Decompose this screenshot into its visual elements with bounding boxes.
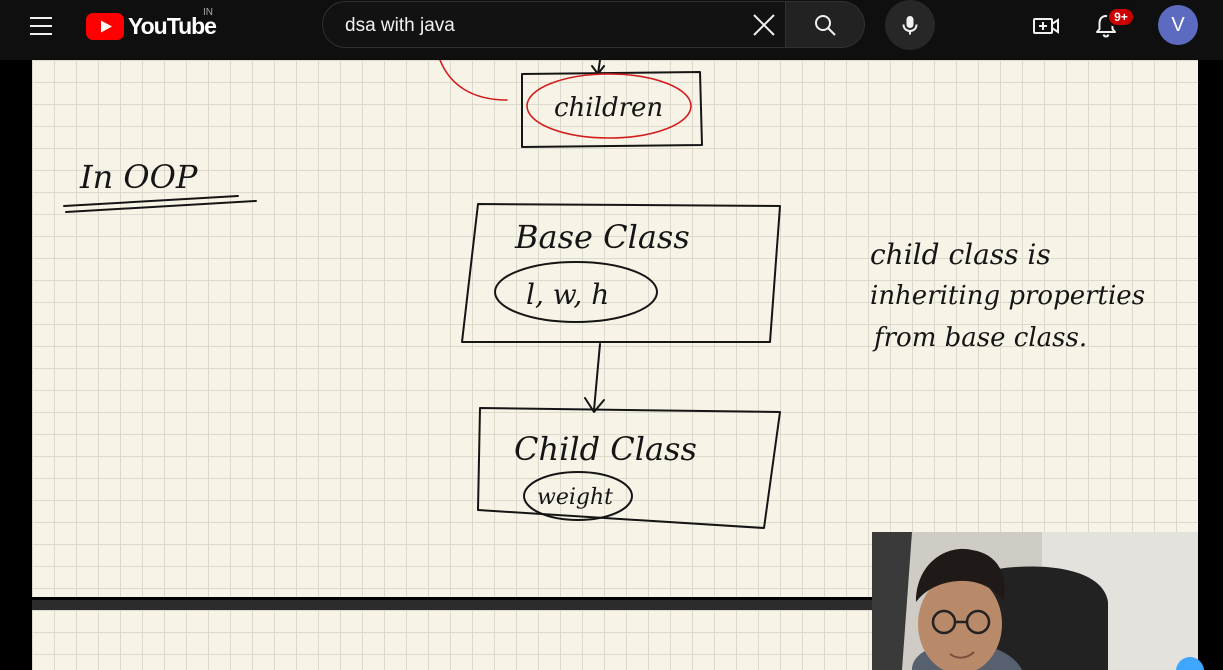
guide-menu-button[interactable] bbox=[20, 10, 62, 42]
account-avatar[interactable]: V bbox=[1158, 5, 1198, 45]
country-code: IN bbox=[203, 7, 213, 18]
handwritten-diagram: children In OOP Base Class l, w, h Child… bbox=[63, 60, 1145, 529]
whiteboard-notes: children In OOP Base Class l, w, h Child… bbox=[32, 60, 1198, 597]
side-note-line3: from base class. bbox=[872, 323, 1087, 353]
presenter-image bbox=[872, 532, 1198, 670]
base-class-title: Base Class bbox=[514, 218, 690, 256]
arrow-into-children bbox=[591, 60, 605, 75]
search-input[interactable] bbox=[343, 13, 727, 39]
search-button[interactable] bbox=[785, 1, 865, 48]
children-label: children bbox=[554, 93, 663, 123]
video-player[interactable]: children In OOP Base Class l, w, h Child… bbox=[0, 60, 1223, 670]
masthead: YouTube IN dsa with java 9+ V bbox=[0, 0, 1223, 60]
webcam-overlay bbox=[872, 532, 1198, 670]
base-class-props: l, w, h bbox=[526, 278, 609, 311]
search-box bbox=[322, 1, 785, 48]
side-note-line2: inheriting properties bbox=[870, 281, 1145, 311]
menu-icon-bar bbox=[30, 25, 52, 27]
voice-search-button[interactable] bbox=[885, 0, 935, 50]
heading-underline bbox=[63, 195, 257, 213]
oop-heading: In OOP bbox=[79, 158, 198, 196]
youtube-home-link[interactable]: YouTube IN bbox=[86, 7, 217, 42]
create-button[interactable] bbox=[1026, 8, 1066, 44]
child-class-props: weight bbox=[537, 485, 613, 510]
notification-count-badge: 9+ bbox=[1107, 7, 1135, 27]
create-video-icon bbox=[1033, 18, 1059, 34]
search-icon bbox=[815, 14, 836, 36]
youtube-logo-icon bbox=[86, 12, 124, 40]
red-annotation-stroke bbox=[439, 60, 508, 101]
menu-icon-bar bbox=[30, 33, 52, 35]
child-class-title: Child Class bbox=[514, 430, 697, 468]
microphone-icon bbox=[902, 16, 918, 35]
clear-icon bbox=[753, 14, 775, 36]
clear-search-button[interactable] bbox=[747, 8, 781, 42]
inheritance-arrow bbox=[584, 343, 605, 413]
side-note-line1: child class is bbox=[870, 238, 1051, 271]
menu-icon-bar bbox=[30, 17, 52, 19]
child-class-box bbox=[477, 407, 781, 529]
